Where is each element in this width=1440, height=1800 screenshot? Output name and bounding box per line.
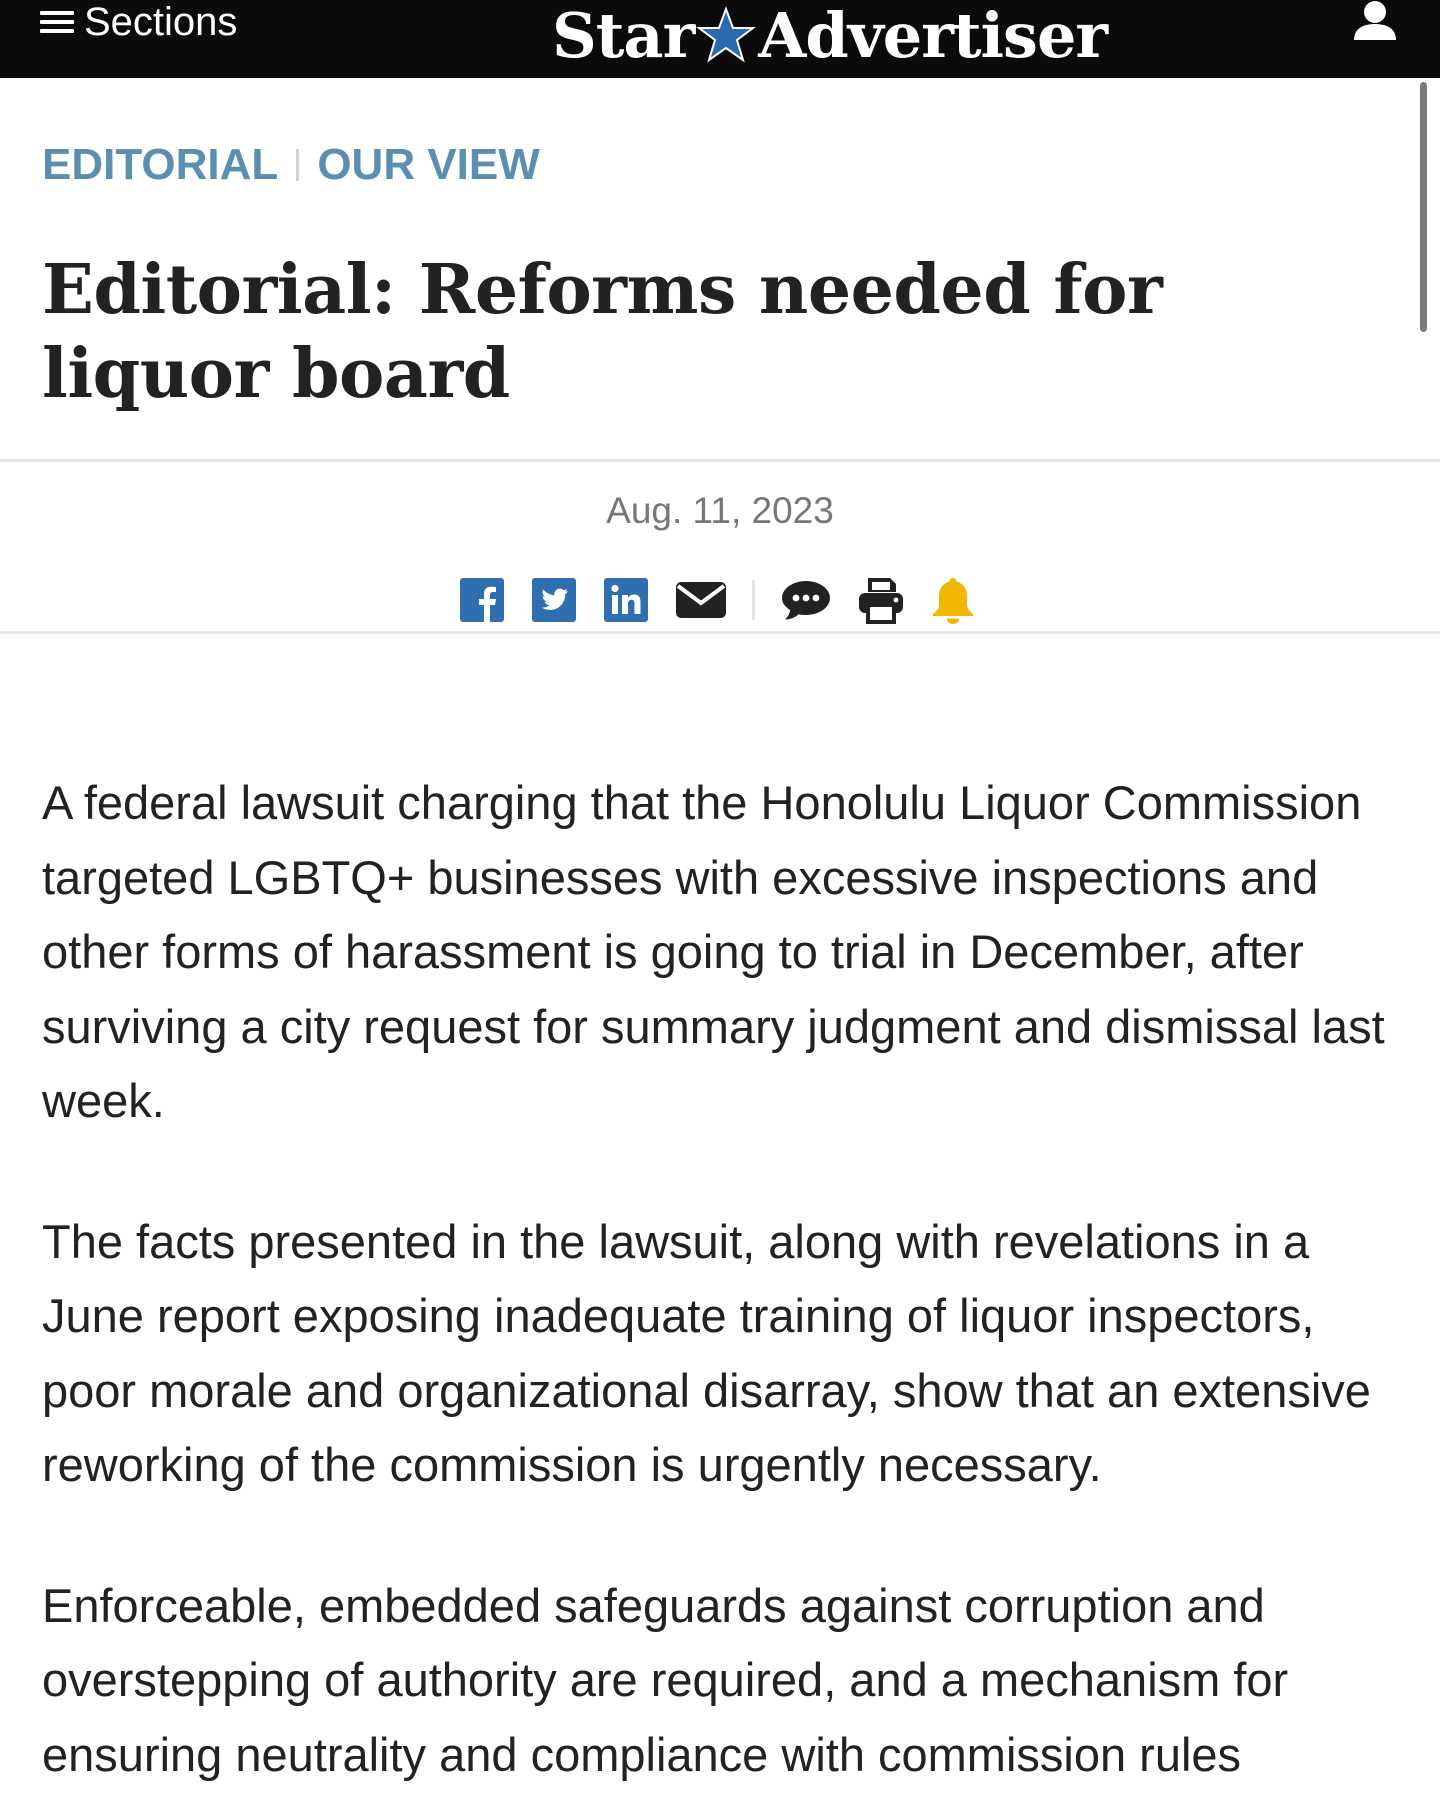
print-icon <box>859 578 903 624</box>
toolbar-divider <box>0 631 1440 634</box>
logo-text-star: Star <box>552 0 695 72</box>
star-icon <box>696 6 757 63</box>
twitter-icon <box>532 578 576 622</box>
article-paragraph: Enforceable, embedded safeguards against… <box>42 1578 1289 1781</box>
notification-bell-button[interactable] <box>929 574 977 626</box>
bell-icon <box>933 578 973 624</box>
comment-icon <box>782 581 830 620</box>
logo-text-advertiser: Advertiser <box>758 0 1108 72</box>
hamburger-icon <box>40 9 74 35</box>
print-button[interactable] <box>855 574 907 626</box>
scrollbar[interactable] <box>1420 82 1427 332</box>
share-linkedin-button[interactable] <box>602 576 650 624</box>
user-account-icon[interactable] <box>1352 0 1398 42</box>
kicker-our-view-link[interactable]: OUR VIEW <box>317 140 539 190</box>
sections-label: Sections <box>84 0 238 44</box>
share-twitter-button[interactable] <box>530 576 578 624</box>
section-kicker: EDITORIAL OUR VIEW <box>42 140 540 190</box>
comments-button[interactable] <box>779 576 833 624</box>
article-body: A federal lawsuit charging that the Hono… <box>42 766 1412 1800</box>
share-facebook-button[interactable] <box>458 576 506 624</box>
site-header: Sections Star Advertiser <box>0 0 1440 78</box>
kicker-editorial-link[interactable]: EDITORIAL <box>42 140 278 190</box>
article-paragraph: The facts presented in the lawsuit, alon… <box>42 1214 1371 1492</box>
kicker-divider <box>296 149 300 181</box>
facebook-icon <box>460 578 504 622</box>
article-date: Aug. 11, 2023 <box>606 490 834 531</box>
article-paragraph: A federal lawsuit charging that the Hono… <box>42 776 1385 1127</box>
share-divider <box>752 580 755 620</box>
share-email-button[interactable] <box>674 576 728 624</box>
site-logo[interactable]: Star Advertiser <box>552 0 1108 72</box>
sections-menu-button[interactable]: Sections <box>40 0 237 44</box>
article-headline: Editorial: Reforms needed for liquor boa… <box>42 250 1163 414</box>
linkedin-icon <box>604 578 648 622</box>
email-icon <box>676 582 726 618</box>
header-divider <box>0 459 1440 462</box>
share-toolbar <box>458 575 977 625</box>
